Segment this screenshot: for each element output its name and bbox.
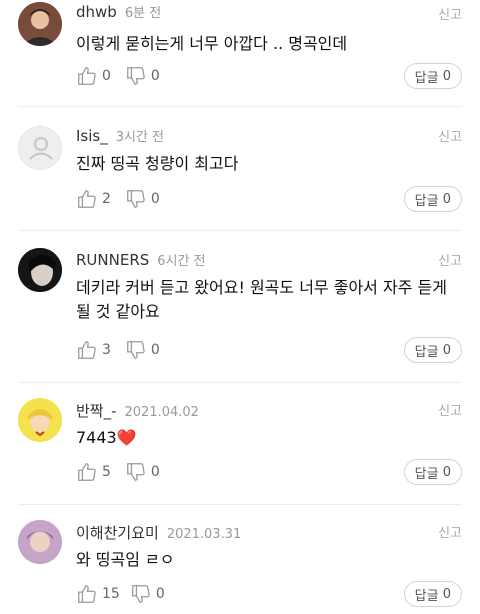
comment-text: 이렇게 묻히는게 너무 아깝다 .. 명곡인데	[76, 34, 348, 53]
thumbs-down-icon	[125, 65, 147, 87]
thumbs-up-icon	[76, 339, 98, 361]
comment-username[interactable]: 이해찬기요미 2021.03.31	[76, 522, 241, 543]
dislike-button[interactable]: 0	[130, 583, 165, 605]
dislike-count: 0	[150, 464, 160, 480]
comment-time: 6분 전	[124, 6, 162, 21]
like-button[interactable]: 3	[76, 339, 111, 361]
like-count: 3	[102, 342, 111, 358]
comment-time: 6시간 전	[157, 254, 206, 269]
like-button[interactable]: 2	[76, 188, 111, 210]
dislike-button[interactable]: 0	[125, 461, 160, 483]
report-link[interactable]: 신고	[438, 400, 462, 419]
reply-button[interactable]: 답글 0	[403, 186, 462, 212]
thumbs-up-icon	[76, 461, 98, 483]
like-button[interactable]: 5	[76, 461, 111, 483]
reply-button[interactable]: 답글 0	[403, 581, 462, 607]
thumbs-down-icon	[130, 583, 152, 605]
divider	[18, 230, 462, 231]
like-button[interactable]: 0	[76, 65, 111, 87]
user-avatar[interactable]	[18, 2, 62, 46]
divider	[18, 504, 462, 505]
comment-text: 데키라 커버 듣고 왔어요! 원곡도 너무 좋아서 자주 듣게 될 것 같아요	[76, 278, 447, 321]
comment-actions: 0 0	[76, 64, 160, 88]
report-link[interactable]: 신고	[438, 250, 462, 269]
reply-button[interactable]: 답글 0	[403, 337, 462, 363]
like-count: 2	[102, 191, 111, 207]
divider	[18, 106, 462, 107]
dislike-button[interactable]: 0	[125, 65, 160, 87]
thumbs-down-icon	[125, 461, 147, 483]
heart-emoji: ❤️	[116, 428, 137, 447]
comment-actions: 2 0	[76, 187, 160, 211]
comment-time: 2021.03.31	[166, 527, 242, 542]
user-avatar[interactable]	[18, 248, 62, 292]
comment-actions: 5 0	[76, 460, 160, 484]
comment-text: 와 띵곡임 ㄹㅇ	[76, 550, 175, 569]
comment-username[interactable]: RUNNERS 6시간 전	[76, 250, 206, 269]
user-avatar[interactable]	[18, 126, 62, 170]
thumbs-up-icon	[76, 583, 98, 605]
dislike-button[interactable]: 0	[125, 188, 160, 210]
like-count: 15	[102, 586, 120, 602]
thumbs-down-icon	[125, 188, 147, 210]
thumbs-up-icon	[76, 188, 98, 210]
user-avatar[interactable]	[18, 520, 62, 564]
like-button[interactable]: 15	[76, 583, 120, 605]
comment-text: 7443❤️	[76, 428, 137, 447]
comment-username[interactable]: 반짝_- 2021.04.02	[76, 400, 199, 421]
dislike-count: 0	[155, 586, 165, 602]
reply-button[interactable]: 답글 0	[403, 459, 462, 485]
divider	[18, 382, 462, 383]
reply-button[interactable]: 답글 0	[403, 63, 462, 89]
default-user-icon	[29, 137, 53, 160]
dislike-button[interactable]: 0	[125, 339, 160, 361]
user-avatar[interactable]	[18, 398, 62, 442]
comment-actions: 3 0	[76, 338, 160, 362]
thumbs-down-icon	[125, 339, 147, 361]
comment-username[interactable]: Isis_ 3시간 전	[76, 126, 164, 145]
report-link[interactable]: 신고	[438, 522, 462, 541]
report-link[interactable]: 신고	[438, 4, 462, 23]
comment-time: 3시간 전	[115, 130, 165, 145]
comment-username[interactable]: dhwb 6분 전	[76, 2, 161, 21]
comment-time: 2021.04.02	[124, 405, 199, 420]
dislike-count: 0	[150, 342, 160, 358]
comment-text: 진짜 띵곡 청량이 최고다	[76, 154, 239, 173]
dislike-count: 0	[150, 68, 160, 84]
comment-actions: 15 0	[76, 582, 165, 606]
dislike-count: 0	[150, 191, 160, 207]
like-count: 0	[102, 68, 111, 84]
report-link[interactable]: 신고	[438, 126, 462, 145]
like-count: 5	[102, 464, 111, 480]
thumbs-up-icon	[76, 65, 98, 87]
